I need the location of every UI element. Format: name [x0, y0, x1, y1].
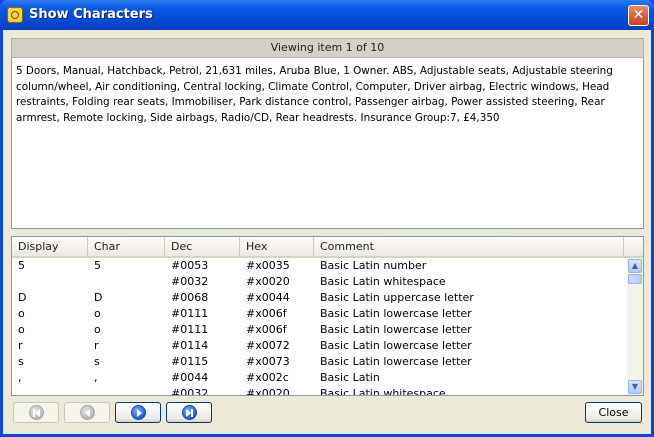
next-icon — [131, 405, 146, 420]
first-item-button[interactable] — [13, 402, 59, 423]
previous-item-button[interactable] — [64, 402, 110, 423]
table-cell: s — [18, 355, 24, 368]
table-cell: #0032 — [171, 387, 209, 396]
table-cell: Basic Latin lowercase letter — [320, 355, 472, 368]
table-cell: Basic Latin whitespace — [320, 275, 446, 288]
item-description[interactable]: 5 Doors, Manual, Hatchback, Petrol, 21,6… — [11, 58, 644, 229]
table-cell: D — [18, 291, 27, 304]
table-cell: #x002c — [246, 371, 289, 384]
table-row[interactable]: #0032 #x0020 Basic Latin whitespace — [12, 386, 627, 396]
table-cell: Basic Latin lowercase letter — [320, 339, 472, 352]
viewing-status: Viewing item 1 of 10 — [11, 38, 644, 58]
table-cell: r — [18, 339, 23, 352]
title-bar[interactable]: Show Characters ✕ — [0, 0, 654, 30]
table-cell: #0111 — [171, 307, 209, 320]
table-cell: Basic Latin number — [320, 259, 427, 272]
table-row[interactable]: s s #0115 #x0073 Basic Latin lowercase lette… — [12, 354, 627, 370]
dialog-body: Viewing item 1 of 10 5 Doors, Manual, Ha… — [3, 30, 651, 434]
column-header-dec[interactable]: Dec — [165, 237, 240, 256]
table-cell: #x006f — [246, 307, 287, 320]
grid-rows: 5 5 #0053 #x0035 Basic Latin number #0032 #x00… — [12, 258, 627, 396]
last-icon — [182, 405, 197, 420]
table-cell: #0115 — [171, 355, 209, 368]
scroll-up-icon[interactable]: ▲ — [628, 259, 642, 273]
characters-grid[interactable]: Display Char Dec Hex Comment 5 5 #0053 #x00… — [11, 236, 644, 396]
show-characters-window: Show Characters ✕ Viewing item 1 of 10 5… — [0, 0, 654, 437]
app-icon — [7, 7, 23, 23]
table-cell: Basic Latin lowercase letter — [320, 307, 472, 320]
table-cell: #x0020 — [246, 387, 290, 396]
column-header-hex[interactable]: Hex — [240, 237, 314, 256]
table-cell: #0114 — [171, 339, 209, 352]
close-window-button[interactable]: ✕ — [628, 5, 649, 26]
table-cell: #x0035 — [246, 259, 290, 272]
grid-header: Display Char Dec Hex Comment — [12, 237, 643, 258]
table-cell: #0068 — [171, 291, 209, 304]
scroll-down-icon[interactable]: ▼ — [628, 380, 642, 394]
table-row[interactable]: o o #0111 #x006f Basic Latin lowercase lette… — [12, 306, 627, 322]
table-cell: #0111 — [171, 323, 209, 336]
column-header-char[interactable]: Char — [88, 237, 165, 256]
column-header-comment[interactable]: Comment — [314, 237, 624, 256]
next-item-button[interactable] — [115, 402, 161, 423]
button-bar: Close — [3, 396, 651, 434]
table-cell: #0032 — [171, 275, 209, 288]
window-title: Show Characters — [29, 7, 153, 22]
table-cell: o — [94, 307, 101, 320]
table-cell: #0053 — [171, 259, 209, 272]
table-row[interactable]: r r #0114 #x0072 Basic Latin lowercase lette… — [12, 338, 627, 354]
table-row[interactable]: 5 5 #0053 #x0035 Basic Latin number — [12, 258, 627, 274]
close-button[interactable]: Close — [585, 402, 642, 423]
table-cell: r — [94, 339, 99, 352]
table-cell: Basic Latin — [320, 371, 380, 384]
table-cell: #x006f — [246, 323, 287, 336]
table-cell: s — [94, 355, 100, 368]
table-cell: o — [18, 307, 25, 320]
table-cell: 5 — [18, 259, 25, 272]
grid-scrollbar[interactable]: ▲ ▼ — [627, 258, 643, 395]
previous-icon — [80, 405, 95, 420]
table-cell: Basic Latin whitespace — [320, 387, 446, 396]
table-row[interactable]: D D #0068 #x0044 Basic Latin uppercase lette… — [12, 290, 627, 306]
table-cell: , — [18, 371, 22, 384]
table-cell: o — [94, 323, 101, 336]
scroll-thumb[interactable] — [628, 274, 642, 284]
table-cell: Basic Latin lowercase letter — [320, 323, 472, 336]
table-cell: D — [94, 291, 103, 304]
table-cell: #x0020 — [246, 275, 290, 288]
table-cell: 5 — [94, 259, 101, 272]
table-row[interactable]: o o #0111 #x006f Basic Latin lowercase lette… — [12, 322, 627, 338]
table-cell: Basic Latin uppercase letter — [320, 291, 474, 304]
table-cell: , — [94, 371, 98, 384]
table-row[interactable]: #0032 #x0020 Basic Latin whitespace — [12, 274, 627, 290]
table-cell: o — [18, 323, 25, 336]
table-cell: #0044 — [171, 371, 209, 384]
first-icon — [29, 405, 44, 420]
table-row[interactable]: ,, #0044 #x002c Basic Latin — [12, 370, 627, 386]
last-item-button[interactable] — [166, 402, 212, 423]
table-cell: #x0073 — [246, 355, 290, 368]
table-cell: #x0072 — [246, 339, 290, 352]
table-cell: #x0044 — [246, 291, 290, 304]
column-header-display[interactable]: Display — [12, 237, 88, 256]
